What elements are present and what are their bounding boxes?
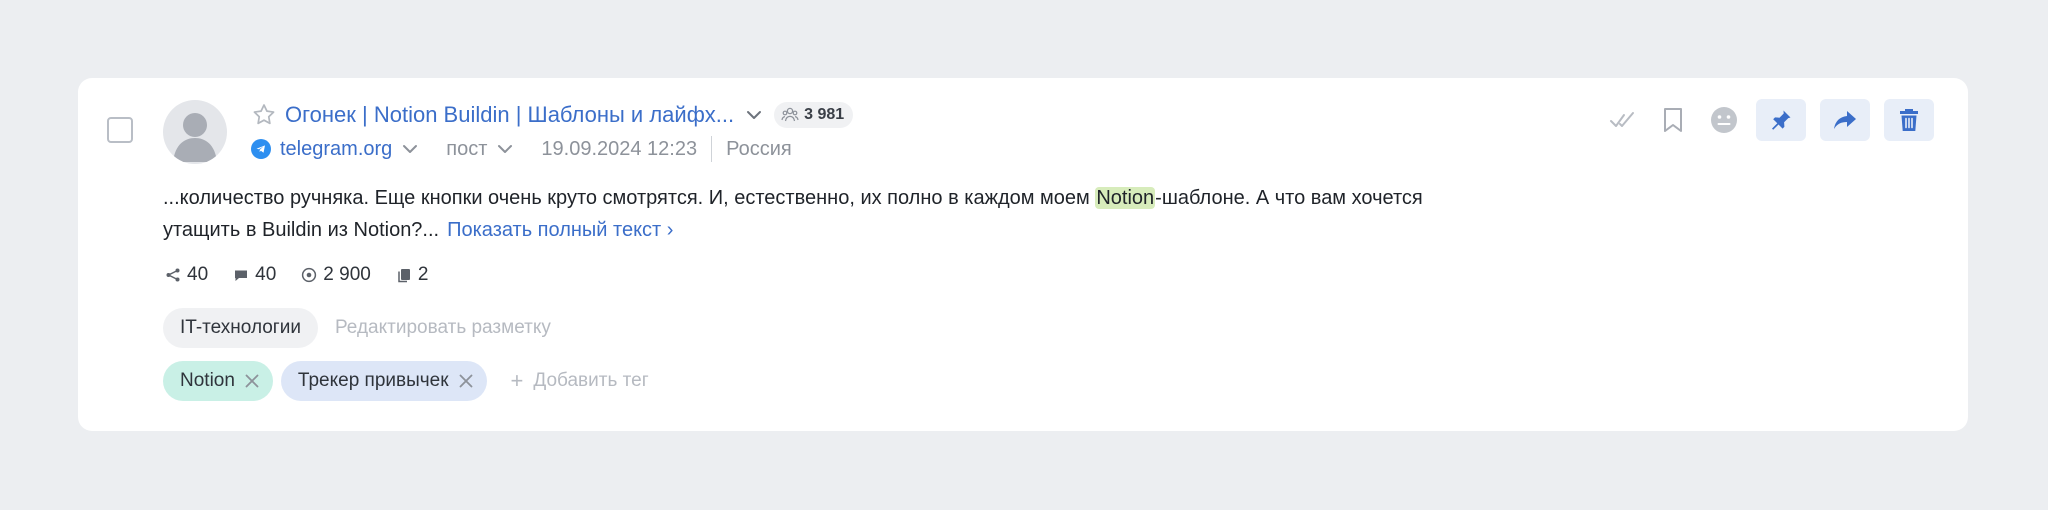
comments-stat: 40 bbox=[233, 264, 276, 286]
post-country: Россия bbox=[726, 137, 792, 160]
copies-stat: 2 bbox=[396, 264, 429, 286]
eye-icon bbox=[302, 267, 317, 283]
channel-title[interactable]: Огонек | Notion Buildin | Шаблоны и лайф… bbox=[285, 102, 734, 128]
add-tag-button[interactable]: + Добавить тег bbox=[511, 370, 649, 392]
post-meta: telegram.org пост 19.09.2024 12:23 Росси… bbox=[251, 134, 792, 164]
chevron-down-icon[interactable] bbox=[495, 139, 515, 159]
chevron-down-icon[interactable] bbox=[400, 139, 420, 159]
tag-label: Трекер привычек bbox=[297, 370, 449, 391]
tag-label: Notion bbox=[180, 370, 235, 391]
add-tag-label: Добавить тег bbox=[533, 370, 649, 391]
trash-icon bbox=[1900, 109, 1918, 131]
show-full-text-link[interactable]: Показать полный текст › bbox=[447, 219, 673, 241]
post-text-start: ...количество ручняка. Еще кнопки очень … bbox=[163, 187, 1096, 209]
close-icon[interactable] bbox=[243, 372, 261, 390]
search-highlight: Notion bbox=[1095, 187, 1156, 209]
post-stats: 40 40 2 900 2 bbox=[165, 262, 453, 288]
edit-markup-link[interactable]: Редактировать разметку bbox=[335, 317, 551, 339]
copies-count: 2 bbox=[417, 264, 429, 285]
share-icon bbox=[1834, 111, 1856, 129]
subscribers-icon bbox=[781, 107, 799, 122]
select-checkbox[interactable] bbox=[107, 117, 133, 143]
subscribers-count: 3 981 bbox=[804, 106, 845, 123]
comments-count: 40 bbox=[255, 264, 277, 285]
sentiment-button[interactable] bbox=[1706, 102, 1742, 138]
share-button[interactable] bbox=[1820, 99, 1870, 141]
post-card: Огонек | Notion Buildin | Шаблоны и лайф… bbox=[78, 78, 1968, 431]
rubric-row: IT-технологии Редактировать разметку bbox=[163, 308, 551, 348]
bookmark-button[interactable] bbox=[1655, 102, 1691, 138]
views-count: 2 900 bbox=[323, 264, 371, 285]
channel-header: Огонек | Notion Buildin | Шаблоны и лайф… bbox=[251, 98, 854, 132]
avatar bbox=[163, 100, 227, 164]
source-link[interactable]: telegram.org bbox=[280, 138, 392, 161]
repost-icon bbox=[166, 268, 180, 282]
rubric-chip[interactable]: IT-технологии bbox=[163, 308, 318, 348]
post-datetime: 19.09.2024 12:23 bbox=[541, 137, 698, 160]
reposts-count: 40 bbox=[187, 264, 209, 285]
pin-icon bbox=[1772, 110, 1791, 130]
subscribers-badge: 3 981 bbox=[774, 102, 854, 128]
close-icon[interactable] bbox=[457, 372, 475, 390]
bookmark-icon bbox=[1664, 108, 1682, 132]
chevron-down-icon[interactable] bbox=[744, 105, 764, 125]
check-icon bbox=[1610, 112, 1634, 127]
post-type[interactable]: пост bbox=[446, 138, 487, 161]
plus-icon: + bbox=[510, 368, 524, 393]
tag-chip[interactable]: Трекер привычек bbox=[280, 361, 487, 401]
star-icon[interactable] bbox=[251, 102, 277, 128]
pin-button[interactable] bbox=[1756, 99, 1806, 141]
tag-chip[interactable]: Notion bbox=[163, 361, 273, 401]
mark-read-button[interactable] bbox=[1604, 102, 1640, 138]
copy-icon bbox=[398, 269, 410, 283]
divider bbox=[711, 136, 713, 162]
post-text: ...количество ручняка. Еще кнопки очень … bbox=[163, 182, 1483, 246]
tags-row: Notion Трекер привычек + Добавить тег bbox=[163, 361, 649, 401]
neutral-face-icon bbox=[1711, 107, 1737, 133]
delete-button[interactable] bbox=[1884, 99, 1934, 141]
comment-icon bbox=[235, 270, 248, 281]
reposts-stat: 40 bbox=[165, 264, 208, 286]
telegram-icon bbox=[251, 139, 271, 159]
views-stat: 2 900 bbox=[301, 264, 371, 286]
post-actions bbox=[1589, 99, 1934, 141]
